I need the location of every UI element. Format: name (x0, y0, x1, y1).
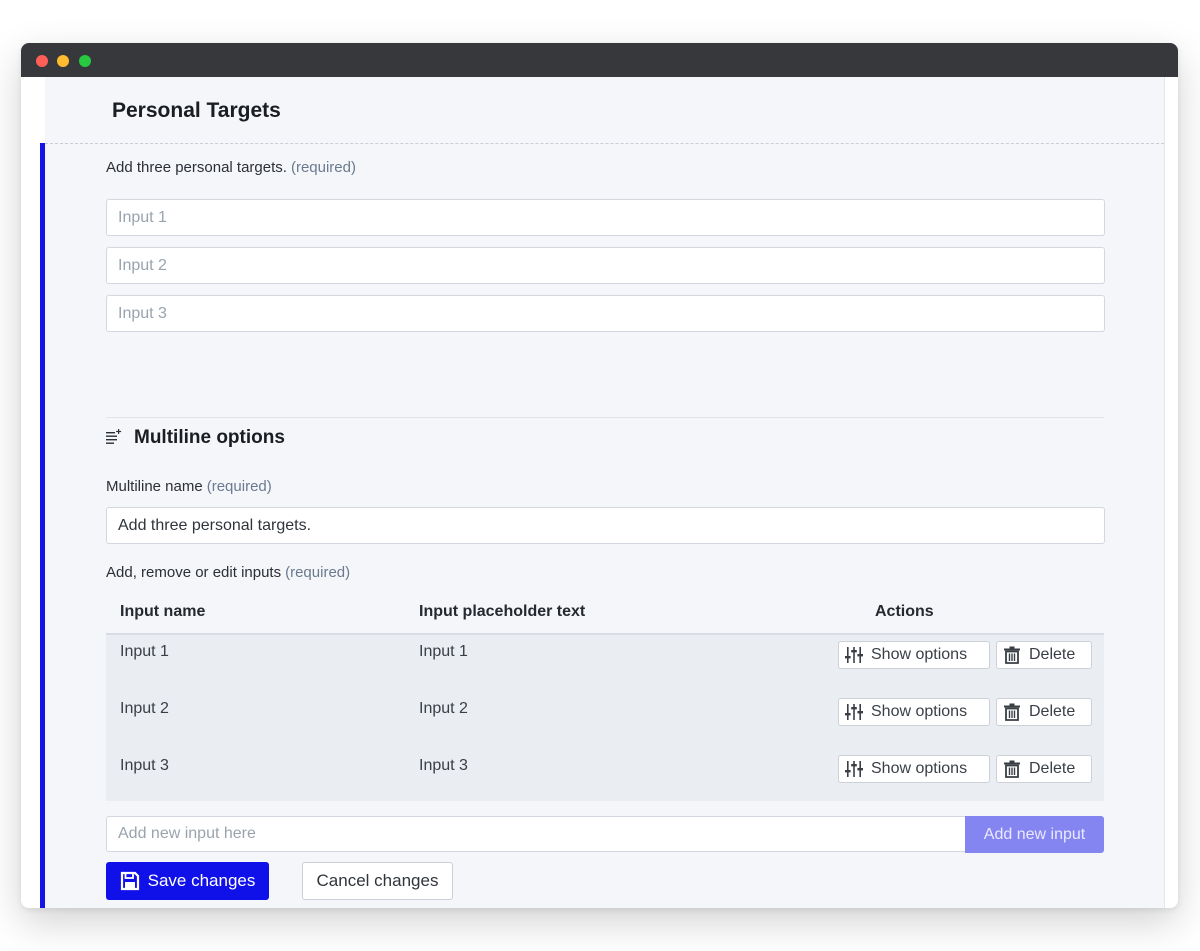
multiline-name-input[interactable] (106, 507, 1105, 544)
sliders-icon (845, 704, 863, 720)
required-indicator: (required) (285, 564, 351, 581)
delete-label: Delete (1029, 703, 1076, 720)
input-name-cell: Input 1 (120, 643, 169, 660)
table-body: Input 1 Input 1 Show options Delete Inpu… (106, 635, 1104, 801)
targets-description-text: Add three personal targets. (106, 159, 287, 176)
placeholder-cell: Input 1 (419, 643, 468, 660)
close-window-button[interactable] (36, 55, 48, 67)
table-row: Input 2 Input 2 Show options Delete (106, 692, 1104, 749)
multiline-name-label: Multiline name (required) (106, 478, 272, 495)
add-new-input-button[interactable]: Add new input (965, 816, 1104, 853)
target-input-3[interactable] (106, 295, 1105, 332)
show-options-button[interactable]: Show options (838, 755, 990, 783)
show-options-label: Show options (871, 646, 968, 663)
maximize-window-button[interactable] (79, 55, 91, 67)
delete-label: Delete (1029, 760, 1076, 777)
input-name-cell: Input 3 (120, 757, 169, 774)
edit-inputs-label-text: Add, remove or edit inputs (106, 564, 282, 581)
column-header-actions: Actions (875, 603, 934, 620)
trash-icon (1004, 703, 1020, 721)
show-options-label: Show options (871, 703, 968, 720)
table-row: Input 1 Input 1 Show options Delete (106, 635, 1104, 692)
column-header-placeholder: Input placeholder text (419, 603, 586, 620)
input-name-cell: Input 2 (120, 700, 169, 717)
new-input-field[interactable] (106, 816, 987, 852)
delete-button[interactable]: Delete (996, 698, 1092, 726)
required-indicator: (required) (206, 478, 272, 495)
save-changes-button[interactable]: Save changes (106, 862, 269, 900)
multiline-name-label-text: Multiline name (106, 478, 203, 495)
show-options-button[interactable]: Show options (838, 641, 990, 669)
delete-button[interactable]: Delete (996, 641, 1092, 669)
sliders-icon (845, 647, 863, 663)
header-divider (45, 143, 1164, 144)
edit-inputs-label: Add, remove or edit inputs (required) (106, 564, 350, 581)
multiline-section-title: Multiline options (134, 427, 285, 448)
window-titlebar (21, 43, 1178, 77)
floppy-disk-icon (120, 871, 139, 891)
target-input-2[interactable] (106, 247, 1105, 284)
targets-description: Add three personal targets. (required) (106, 159, 356, 176)
form-panel: Personal Targets Add three personal targ… (45, 77, 1164, 908)
save-changes-label: Save changes (147, 871, 256, 890)
required-indicator: (required) (290, 159, 356, 176)
delete-button[interactable]: Delete (996, 755, 1092, 783)
section-divider (106, 417, 1104, 418)
placeholder-cell: Input 3 (419, 757, 468, 774)
placeholder-cell: Input 2 (419, 700, 468, 717)
cancel-changes-button[interactable]: Cancel changes (302, 862, 453, 900)
table-row: Input 3 Input 3 Show options Delete (106, 749, 1104, 806)
sliders-icon (845, 761, 863, 777)
trash-icon (1004, 760, 1020, 778)
show-options-button[interactable]: Show options (838, 698, 990, 726)
target-input-1[interactable] (106, 199, 1105, 236)
delete-label: Delete (1029, 646, 1076, 663)
page-title: Personal Targets (112, 99, 281, 122)
trash-icon (1004, 646, 1020, 664)
minimize-window-button[interactable] (57, 55, 69, 67)
right-gutter (1164, 77, 1178, 908)
app-window: Personal Targets Add three personal targ… (21, 43, 1178, 908)
list-plus-icon (106, 429, 122, 444)
column-header-input-name: Input name (120, 603, 206, 620)
show-options-label: Show options (871, 760, 968, 777)
